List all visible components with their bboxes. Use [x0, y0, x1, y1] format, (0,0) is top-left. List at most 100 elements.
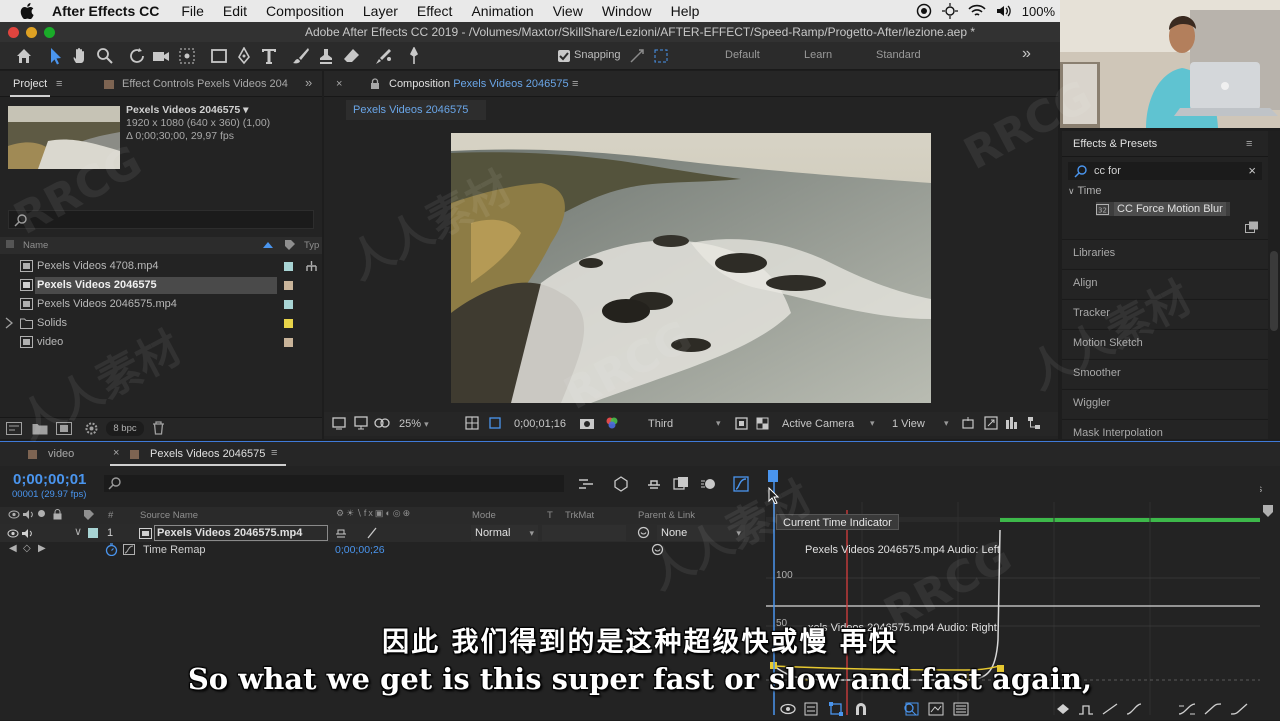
volume-icon[interactable]: [996, 4, 1012, 18]
trash-icon[interactable]: [152, 421, 165, 435]
project-item-label-color[interactable]: [284, 338, 293, 347]
solo-header-icon[interactable]: [38, 510, 45, 517]
next-keyframe-icon[interactable]: ▶: [38, 543, 46, 554]
project-search-input[interactable]: [8, 210, 314, 229]
easy-ease-icon[interactable]: [1178, 702, 1196, 716]
panel-wiggler[interactable]: Wiggler: [1062, 389, 1268, 418]
clear-search-icon[interactable]: ×: [1248, 162, 1256, 180]
layer-label-color[interactable]: [88, 528, 98, 538]
panel-motion-sketch[interactable]: Motion Sketch: [1062, 329, 1268, 358]
more-workspaces-icon[interactable]: »: [1022, 45, 1031, 63]
show-channel-icon[interactable]: [605, 416, 619, 430]
menu-window[interactable]: Window: [602, 3, 652, 19]
snap-features-icon[interactable]: [652, 47, 670, 65]
blend-mode-dropdown[interactable]: Normal ▾: [471, 525, 538, 541]
reset-exposure-icon[interactable]: [984, 416, 998, 430]
column-parent-link[interactable]: Parent & Link: [638, 510, 695, 521]
new-preset-icon[interactable]: [1245, 221, 1259, 233]
pen-tool-icon[interactable]: [235, 47, 253, 65]
bit-depth-button[interactable]: 8 bpc: [106, 421, 144, 436]
puppet-pin-tool-icon[interactable]: [405, 47, 423, 65]
draft-3d-icon[interactable]: [613, 476, 629, 492]
interpret-footage-icon[interactable]: [6, 422, 22, 435]
video-visibility-header-icon[interactable]: [8, 509, 20, 520]
new-folder-icon[interactable]: [32, 422, 48, 435]
menu-edit[interactable]: Edit: [223, 3, 247, 19]
scrollbar-thumb[interactable]: [1270, 251, 1278, 331]
tab-effect-controls[interactable]: Effect Controls Pexels Videos 204: [122, 78, 288, 90]
safe-areas-icon[interactable]: [465, 416, 479, 430]
workspace-default[interactable]: Default: [725, 49, 760, 61]
quality-switch-icon[interactable]: [366, 527, 378, 539]
effects-search-input[interactable]: cc for ×: [1068, 162, 1262, 180]
label-header-icon[interactable]: [83, 509, 95, 521]
fit-all-icon[interactable]: [928, 702, 944, 716]
lock-header-icon[interactable]: [53, 509, 62, 520]
type-tool-icon[interactable]: [260, 47, 278, 65]
time-remap-property-row[interactable]: ◀ ◇ ▶ Time Remap 0;00;00;26: [0, 542, 765, 559]
project-item-label-color[interactable]: [284, 262, 293, 271]
prev-keyframe-icon[interactable]: ◀: [9, 543, 17, 554]
menu-animation[interactable]: Animation: [471, 3, 533, 19]
expand-arrow-icon[interactable]: [5, 317, 13, 329]
comp-mini-flowchart-icon[interactable]: [578, 477, 594, 491]
roto-brush-tool-icon[interactable]: [375, 47, 393, 65]
magnification-dropdown[interactable]: 25% ▾: [399, 418, 429, 430]
snapping-checkbox[interactable]: [558, 50, 570, 62]
snap-magnet-icon[interactable]: [854, 702, 868, 716]
panel-align[interactable]: Align: [1062, 269, 1268, 298]
shy-layers-icon[interactable]: [646, 476, 662, 492]
transparency-grid-icon[interactable]: [756, 417, 769, 430]
edit-keyframe-icon[interactable]: [1056, 703, 1070, 715]
audio-header-icon[interactable]: [22, 509, 34, 520]
selection-tool-icon[interactable]: [47, 47, 65, 65]
hand-tool-icon[interactable]: [71, 47, 89, 65]
video-visibility-icon[interactable]: [7, 528, 19, 539]
monitor-icon[interactable]: [354, 416, 368, 430]
minimize-window-button[interactable]: [26, 27, 37, 38]
record-icon[interactable]: [916, 3, 932, 19]
effects-presets-title[interactable]: Effects & Presets: [1073, 138, 1157, 150]
panel-menu-icon[interactable]: ≡: [56, 78, 62, 90]
project-item[interactable]: Pexels Videos 2046575.mp4: [0, 295, 322, 314]
rotation-tool-icon[interactable]: [128, 47, 146, 65]
snap-edges-icon[interactable]: [628, 47, 646, 65]
current-time-display[interactable]: 0;00;01;16: [514, 418, 566, 430]
close-window-button[interactable]: [8, 27, 19, 38]
label-column-icon[interactable]: [6, 240, 14, 248]
timeline-current-time[interactable]: 0;00;00;01: [13, 471, 86, 488]
home-icon[interactable]: [15, 47, 33, 65]
fit-selection-icon[interactable]: [903, 702, 919, 716]
frame-blending-icon[interactable]: [673, 476, 689, 492]
auto-bezier-icon[interactable]: [1126, 702, 1142, 716]
project-item[interactable]: Pexels Videos 4708.mp4: [0, 257, 322, 276]
stopwatch-icon[interactable]: [105, 543, 118, 556]
region-of-interest-icon[interactable]: [488, 416, 502, 430]
panel-smoother[interactable]: Smoother: [1062, 359, 1268, 388]
panel-overflow-icon[interactable]: »: [305, 75, 312, 90]
brightness-icon[interactable]: [941, 3, 958, 19]
panel-mask-interpolation[interactable]: Mask Interpolation: [1062, 419, 1268, 439]
column-name[interactable]: Name: [23, 240, 48, 251]
project-item[interactable]: Pexels Videos 2046575: [0, 276, 322, 295]
timeline-link-icon[interactable]: [1005, 416, 1019, 430]
menu-effect[interactable]: Effect: [417, 3, 453, 19]
clone-stamp-tool-icon[interactable]: [317, 47, 335, 65]
tag-icon[interactable]: [284, 239, 296, 251]
pick-whip-icon[interactable]: [637, 526, 650, 539]
eraser-tool-icon[interactable]: [343, 47, 361, 65]
menu-help[interactable]: Help: [671, 3, 700, 19]
zoom-tool-icon[interactable]: [96, 47, 114, 65]
expression-pick-whip-icon[interactable]: [651, 543, 664, 556]
panel-menu-icon[interactable]: ≡: [572, 78, 578, 90]
tab-project[interactable]: Project: [13, 78, 47, 90]
show-properties-icon[interactable]: [780, 703, 796, 715]
workspace-learn[interactable]: Learn: [804, 49, 832, 61]
composition-viewer[interactable]: [451, 133, 931, 403]
toggle-pixel-aspect-icon[interactable]: [961, 416, 975, 430]
camera-tool-icon[interactable]: [152, 47, 170, 65]
panel-tracker[interactable]: Tracker: [1062, 299, 1268, 328]
snapshot-camera-icon[interactable]: [579, 416, 595, 430]
transform-box-icon[interactable]: [829, 702, 843, 716]
menu-composition[interactable]: Composition: [266, 3, 344, 19]
